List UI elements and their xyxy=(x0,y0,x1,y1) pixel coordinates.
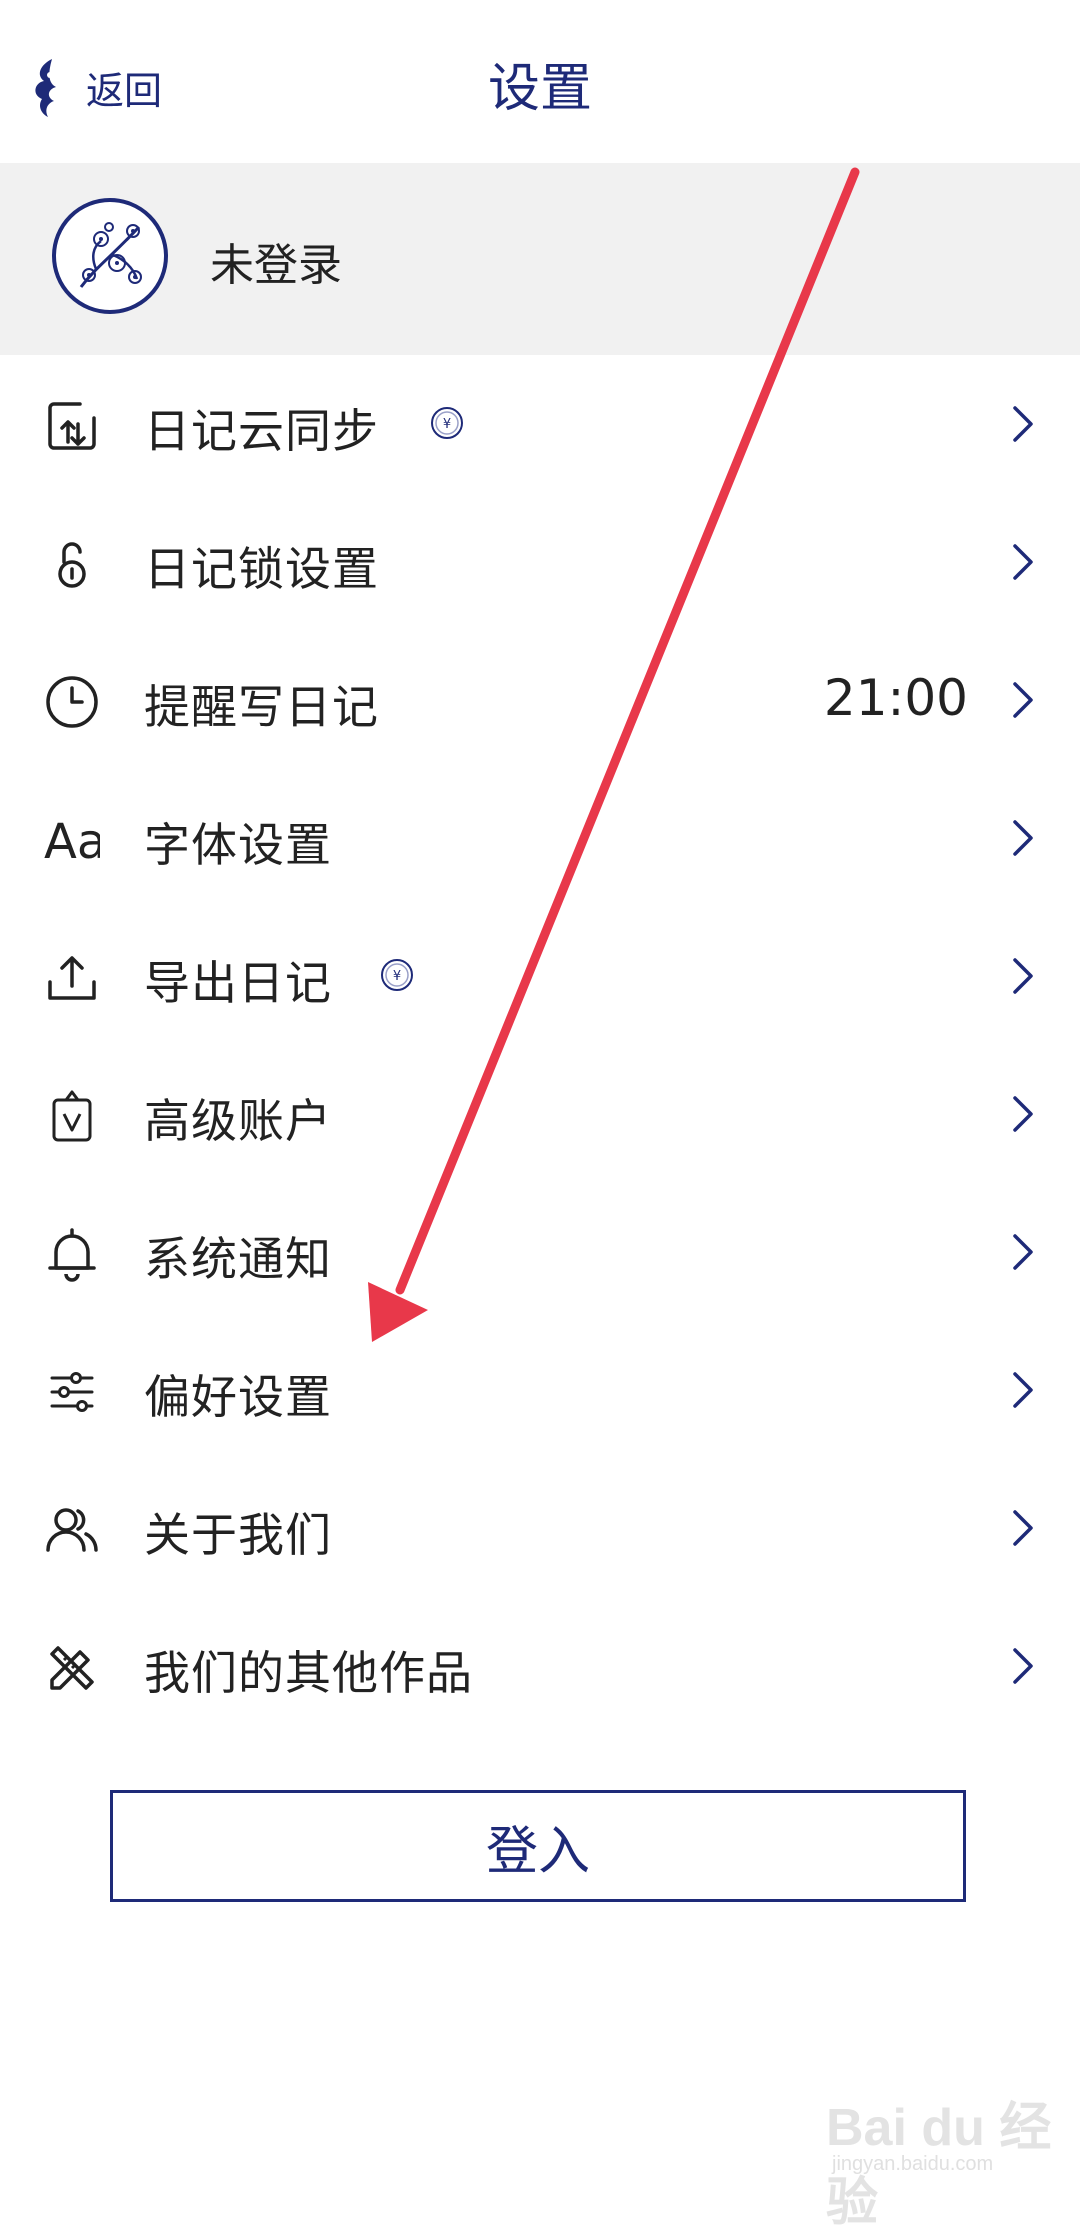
menu-item-label: 日记云同步 xyxy=(144,404,379,458)
menu-item-diary-lock[interactable]: 日记锁设置 xyxy=(0,493,1080,631)
menu-item-preferences[interactable]: 偏好设置 xyxy=(0,1321,1080,1459)
navigation-bar: 返回 设置 xyxy=(0,0,1080,163)
premium-coin-icon: ¥ xyxy=(381,959,413,991)
menu-item-premium-account[interactable]: 高级账户 xyxy=(0,1045,1080,1183)
pencil-ruler-icon xyxy=(50,1646,94,1690)
menu-item-label: 字体设置 xyxy=(144,818,332,872)
menu-item-label: 导出日记 xyxy=(144,956,332,1010)
chevron-right-icon xyxy=(1013,1648,1033,1684)
chevron-right-icon xyxy=(1013,1234,1033,1270)
premium-coin-icon: ¥ xyxy=(431,407,463,439)
menu-item-export[interactable]: 导出日记 ¥ xyxy=(0,907,1080,1045)
menu-item-label: 日记锁设置 xyxy=(144,542,379,596)
menu-item-font[interactable]: Aa 字体设置 xyxy=(0,769,1080,907)
chevron-right-icon xyxy=(1013,820,1033,856)
chevron-right-icon xyxy=(1013,406,1033,442)
sliders-icon xyxy=(50,1372,94,1412)
login-button[interactable]: 登入 xyxy=(110,1790,966,1902)
chevron-right-icon xyxy=(1013,1372,1033,1408)
bell-icon xyxy=(48,1228,96,1282)
menu-item-label: 高级账户 xyxy=(144,1094,332,1148)
coin-symbol: ¥ xyxy=(393,969,401,984)
page-title: 设置 xyxy=(487,59,592,119)
cloud-sync-icon xyxy=(48,402,96,450)
menu-item-label: 提醒写日记 xyxy=(144,680,379,734)
chevron-right-icon xyxy=(1013,544,1033,580)
profile-row[interactable]: 未登录 xyxy=(0,163,1080,355)
menu-item-label: 关于我们 xyxy=(144,1508,332,1562)
menu-item-label: 偏好设置 xyxy=(144,1370,332,1424)
chevron-right-icon xyxy=(1013,1096,1033,1132)
chevron-right-icon xyxy=(1013,682,1033,718)
clock-icon xyxy=(46,676,98,728)
upload-icon xyxy=(48,956,96,1000)
font-icon: Aa xyxy=(44,814,100,868)
watermark-logo: Bai du 经验 jingyan.baidu.com xyxy=(826,2075,1056,2232)
menu-item-label: 我们的其他作品 xyxy=(144,1646,473,1700)
font-icon-text: Aa xyxy=(44,814,100,868)
menu-item-reminder[interactable]: 提醒写日记 21:00 xyxy=(0,631,1080,769)
users-icon xyxy=(46,1508,98,1552)
watermark-url: jingyan.baidu.com xyxy=(832,2153,994,2175)
chevron-right-icon xyxy=(1013,958,1033,994)
avatar[interactable] xyxy=(51,197,169,315)
chevron-right-icon xyxy=(1013,1510,1033,1546)
vip-tag-icon xyxy=(52,1090,92,1142)
menu-item-about-us[interactable]: 关于我们 xyxy=(0,1459,1080,1597)
coin-symbol: ¥ xyxy=(443,417,451,432)
menu-item-cloud-sync[interactable]: 日记云同步 ¥ xyxy=(0,355,1080,493)
menu-item-other-apps[interactable]: 我们的其他作品 xyxy=(0,1597,1080,1735)
menu-item-label: 系统通知 xyxy=(144,1232,332,1286)
menu-item-notifications[interactable]: 系统通知 xyxy=(0,1183,1080,1321)
lock-icon xyxy=(58,542,86,588)
reminder-time-value: 21:00 xyxy=(823,669,968,727)
login-status-label: 未登录 xyxy=(210,240,342,291)
settings-menu: 日记云同步 ¥ 日记锁设置 提醒写日记 21:00 Aa 字体设置 导出日记 ¥… xyxy=(0,355,1080,1735)
